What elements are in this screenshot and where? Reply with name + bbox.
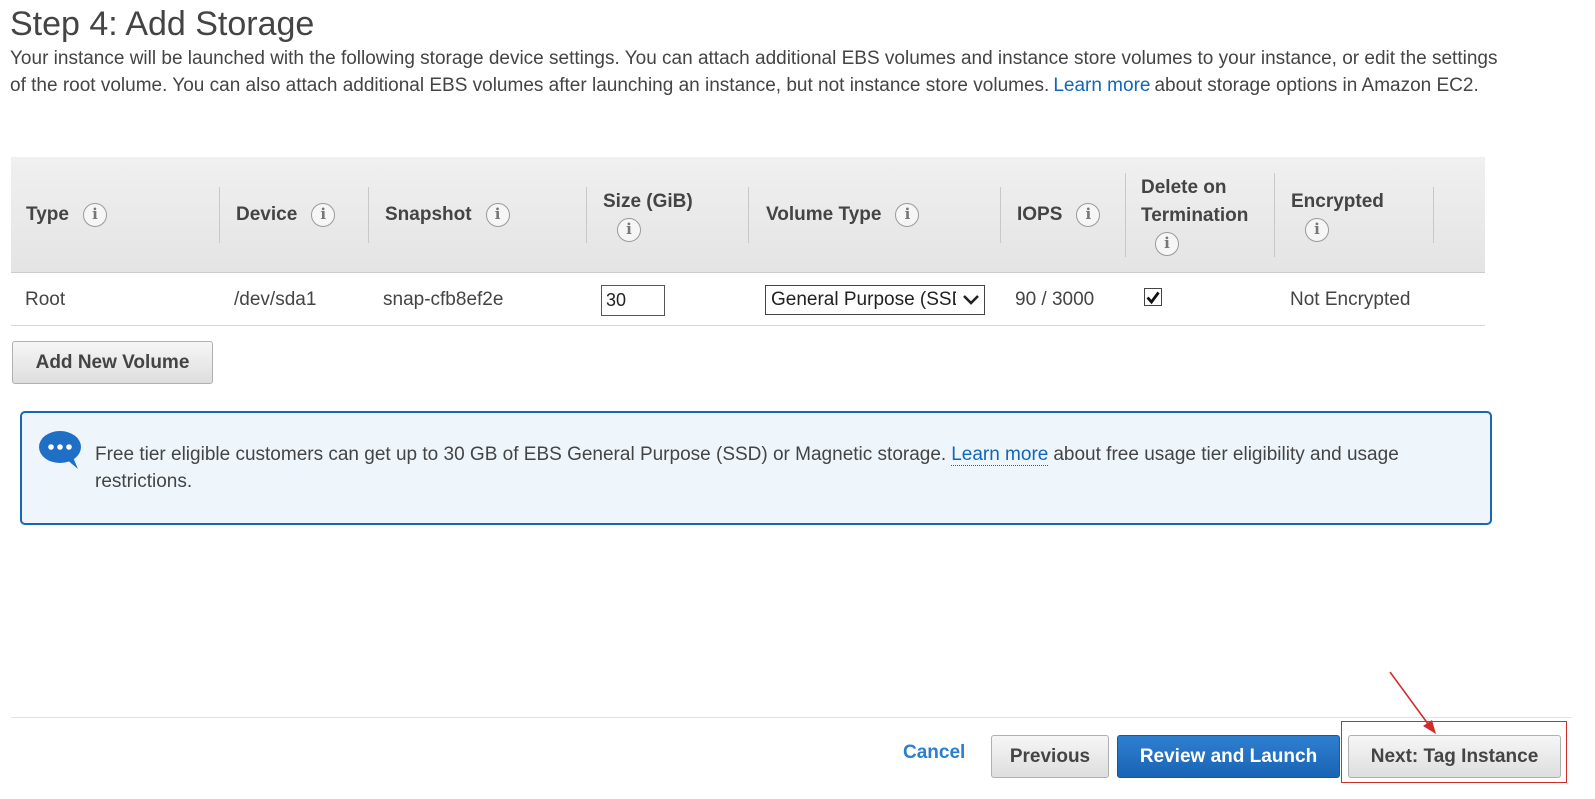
row-device: /dev/sda1	[234, 289, 317, 310]
add-new-volume-button[interactable]: Add New Volume	[12, 341, 213, 384]
column-divider	[1125, 173, 1126, 257]
header-iops-label: IOPS	[1017, 204, 1063, 225]
header-size-label: Size (GiB)	[603, 191, 693, 212]
previous-button[interactable]: Previous	[991, 735, 1109, 778]
annotation-arrow-icon	[1389, 671, 1436, 734]
column-divider	[219, 187, 220, 243]
learn-more-free-tier-link[interactable]: Learn more	[951, 444, 1049, 466]
header-type: Type i	[26, 157, 107, 273]
next-tag-instance-button[interactable]: Next: Tag Instance	[1348, 735, 1561, 778]
notice-text: Free tier eligible customers can get up …	[95, 441, 1465, 495]
row-iops: 90 / 3000	[1015, 289, 1095, 310]
intro-text: Your instance will be launched with the …	[10, 46, 1500, 99]
header-iops: IOPS i	[1017, 157, 1101, 273]
storage-table-header: Type i Device i Snapshot i Size (GiB) i …	[11, 157, 1485, 273]
header-encrypted: Encrypted i	[1291, 157, 1384, 273]
row-snapshot: snap-cfb8ef2e	[383, 289, 504, 310]
header-delete-line1: Delete on	[1141, 177, 1227, 198]
column-divider	[368, 187, 369, 243]
review-and-launch-button[interactable]: Review and Launch	[1117, 735, 1340, 778]
delete-info-icon[interactable]: i	[1155, 232, 1179, 256]
encrypted-info-icon[interactable]: i	[1305, 218, 1329, 242]
footer-divider	[11, 717, 1571, 718]
snapshot-info-icon[interactable]: i	[485, 203, 510, 227]
header-device-label: Device	[236, 204, 298, 225]
column-divider	[748, 187, 749, 243]
type-info-icon[interactable]: i	[82, 203, 107, 227]
column-divider	[586, 187, 587, 243]
iops-info-icon[interactable]: i	[1076, 203, 1101, 227]
page-title: Step 4: Add Storage	[10, 5, 315, 43]
cancel-link[interactable]: Cancel	[903, 742, 965, 764]
learn-more-storage-link[interactable]: Learn more	[1053, 75, 1150, 96]
header-snapshot: Snapshot i	[385, 157, 510, 273]
header-encrypted-label: Encrypted	[1291, 191, 1384, 212]
volume-type-info-icon[interactable]: i	[895, 203, 920, 227]
header-volume-type: Volume Type i	[766, 157, 920, 273]
header-delete-line2: Termination	[1141, 205, 1249, 226]
header-volume-type-label: Volume Type	[766, 204, 882, 225]
size-input[interactable]	[601, 284, 665, 316]
device-info-icon[interactable]: i	[311, 203, 336, 227]
size-info-icon[interactable]: i	[617, 218, 641, 242]
notice-text-main: Free tier eligible customers can get up …	[95, 444, 947, 465]
row-type: Root	[25, 289, 66, 310]
header-size: Size (GiB) i	[603, 157, 693, 273]
column-divider	[1000, 187, 1001, 243]
column-divider	[1433, 187, 1434, 243]
table-row: Root /dev/sda1 snap-cfb8ef2e General Pur…	[11, 274, 1485, 326]
free-tier-notice: Free tier eligible customers can get up …	[20, 411, 1492, 525]
header-delete-on-termination: Delete on Termination i	[1141, 157, 1248, 273]
speech-bubble-icon	[38, 429, 84, 476]
delete-on-termination-checkbox[interactable]	[1144, 288, 1162, 306]
intro-text-tail: about storage options in Amazon EC2.	[1154, 74, 1479, 96]
volume-type-value: General Purpose (SSD)	[771, 289, 956, 310]
header-snapshot-label: Snapshot	[385, 204, 472, 225]
checkmark-icon	[1146, 291, 1160, 304]
volume-type-select[interactable]: General Purpose (SSD)	[765, 285, 985, 315]
row-encrypted: Not Encrypted	[1290, 289, 1411, 310]
header-type-label: Type	[26, 204, 69, 225]
column-divider	[1274, 173, 1275, 257]
chevron-down-icon	[960, 288, 982, 312]
header-device: Device i	[236, 157, 336, 273]
